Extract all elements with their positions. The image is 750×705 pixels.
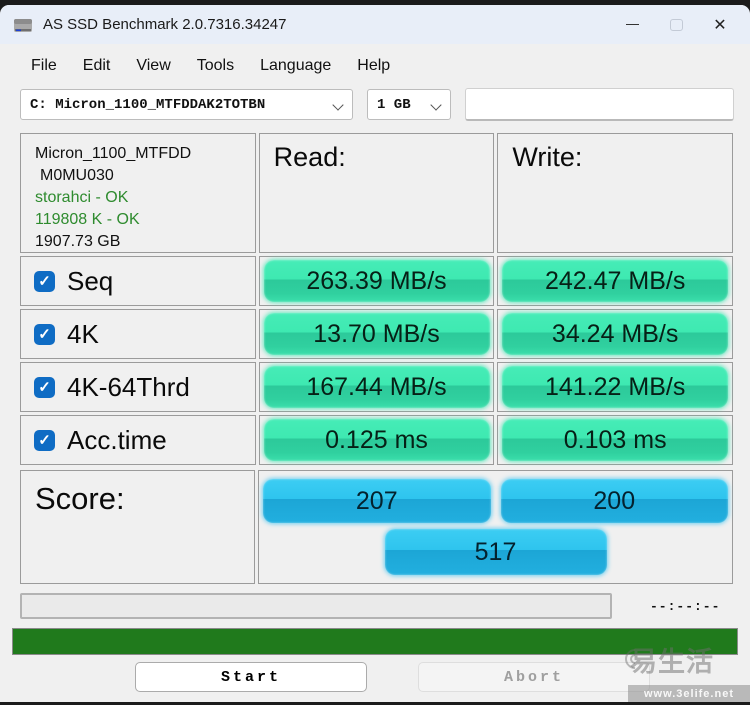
checkmark-icon: ✓ (38, 272, 51, 290)
row-label-text: Seq (67, 265, 114, 296)
test-size-value: 1 GB (377, 96, 411, 113)
controls-row: C: Micron_1100_MTFDDAK2TOTBN 1 GB (20, 88, 734, 121)
drive-capacity: 1907.73 GB (35, 233, 121, 250)
acctime-write-cell: 0.103 ms (497, 415, 733, 465)
test-size-select[interactable]: 1 GB (367, 89, 451, 120)
button-row: Start Abort (0, 662, 750, 692)
4k-checkbox[interactable]: ✓ (34, 323, 55, 345)
progress-bar (20, 593, 612, 619)
results-table: Micron_1100_MTFDD M0MU030 storahci - OK … (20, 133, 733, 584)
close-icon: ✕ (713, 16, 727, 34)
table-row-acctime: ✓ Acc.time 0.125 ms 0.103 ms (20, 415, 733, 465)
4k-read-value: 13.70 MB/s (263, 313, 490, 355)
4k64thrd-write-cell: 141.22 MB/s (497, 362, 733, 412)
4k-write-cell: 34.24 MB/s (497, 309, 733, 359)
drive-select-value: C: Micron_1100_MTFDDAK2TOTBN (30, 96, 266, 113)
maximize-button[interactable] (654, 8, 698, 42)
seq-write-cell: 242.47 MB/s (497, 256, 733, 306)
checkmark-icon: ✓ (38, 325, 51, 343)
window-title: AS SSD Benchmark 2.0.7316.34247 (43, 16, 287, 33)
score-label: Score: (20, 470, 255, 584)
status-field (465, 88, 734, 121)
4k-write-value: 34.24 MB/s (502, 313, 729, 355)
acctime-write-value: 0.103 ms (502, 419, 729, 461)
4k64thrd-read-value: 167.44 MB/s (263, 366, 490, 408)
chevron-down-icon (334, 100, 344, 110)
close-button[interactable]: ✕ (698, 8, 742, 42)
maximize-icon (669, 18, 683, 31)
seq-checkbox[interactable]: ✓ (34, 270, 55, 292)
time-remaining: --:--:-- (650, 598, 721, 614)
menu-bar: File Edit View Tools Language Help (0, 44, 750, 84)
acctime-read-value: 0.125 ms (263, 419, 490, 461)
row-label-4k64thrd: ✓ 4K-64Thrd (20, 362, 256, 412)
overall-progress-bar (12, 628, 738, 655)
row-label-4k: ✓ 4K (20, 309, 256, 359)
acctime-read-cell: 0.125 ms (258, 415, 495, 465)
drive-info-panel: Micron_1100_MTFDD M0MU030 storahci - OK … (20, 133, 256, 253)
menu-help[interactable]: Help (344, 54, 403, 78)
row-label-seq: ✓ Seq (20, 256, 256, 306)
row-label-acctime: ✓ Acc.time (20, 415, 256, 465)
write-score-value: 200 (500, 479, 728, 523)
read-column-header: Read: (258, 133, 495, 253)
total-score-value: 517 (384, 529, 607, 575)
table-row-seq: ✓ Seq 263.39 MB/s 242.47 MB/s (20, 256, 733, 306)
row-label-text: 4K (67, 318, 99, 349)
app-window: AS SSD Benchmark 2.0.7316.34247 ✕ File E… (0, 5, 750, 702)
alignment-status: 119808 K - OK (35, 211, 140, 228)
drive-model-line2: M0MU030 (40, 167, 114, 184)
driver-status: storahci - OK (35, 189, 129, 206)
menu-tools[interactable]: Tools (184, 54, 247, 78)
4k64thrd-read-cell: 167.44 MB/s (258, 362, 495, 412)
seq-write-value: 242.47 MB/s (502, 260, 729, 302)
progress-row: --:--:-- (20, 593, 730, 619)
row-label-text: 4K-64Thrd (67, 371, 190, 402)
header-row: Micron_1100_MTFDD M0MU030 storahci - OK … (20, 133, 733, 253)
seq-read-cell: 263.39 MB/s (258, 256, 495, 306)
4k-read-cell: 13.70 MB/s (258, 309, 495, 359)
seq-read-value: 263.39 MB/s (263, 260, 490, 302)
minimize-button[interactable] (610, 8, 654, 42)
minimize-icon (625, 24, 639, 25)
start-button[interactable]: Start (135, 662, 367, 692)
drive-model-line1: Micron_1100_MTFDD (35, 145, 192, 162)
drive-select[interactable]: C: Micron_1100_MTFDDAK2TOTBN (20, 89, 353, 120)
table-row-4k: ✓ 4K 13.70 MB/s 34.24 MB/s (20, 309, 733, 359)
hard-drive-icon (14, 18, 32, 32)
checkmark-icon: ✓ (38, 431, 51, 449)
acctime-checkbox[interactable]: ✓ (34, 429, 55, 451)
score-pills-panel: 207 200 517 (258, 470, 733, 584)
abort-button[interactable]: Abort (418, 662, 650, 692)
menu-language[interactable]: Language (247, 54, 344, 78)
menu-file[interactable]: File (18, 54, 70, 78)
menu-edit[interactable]: Edit (70, 54, 124, 78)
menu-view[interactable]: View (123, 54, 183, 78)
title-bar: AS SSD Benchmark 2.0.7316.34247 ✕ (0, 5, 750, 44)
write-column-header: Write: (497, 133, 733, 253)
read-score-value: 207 (263, 479, 491, 523)
row-label-text: Acc.time (67, 424, 167, 455)
chevron-down-icon (432, 100, 442, 110)
table-row-4k64thrd: ✓ 4K-64Thrd 167.44 MB/s 141.22 MB/s (20, 362, 733, 412)
score-row: Score: 207 200 517 (20, 470, 733, 584)
checkmark-icon: ✓ (38, 378, 51, 396)
4k64thrd-checkbox[interactable]: ✓ (34, 376, 55, 398)
4k64thrd-write-value: 141.22 MB/s (502, 366, 729, 408)
